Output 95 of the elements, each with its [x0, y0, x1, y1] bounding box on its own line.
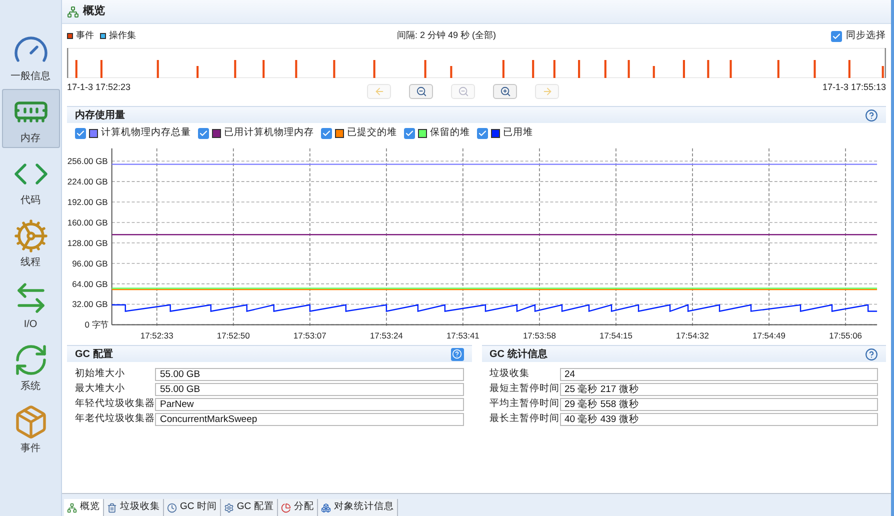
legend-label: 已提交的堆 — [347, 126, 397, 140]
value-field: 55.00 GB — [155, 383, 464, 396]
value-field: ParNew — [155, 398, 464, 411]
value-field: 25 毫秒 217 微秒 — [560, 383, 878, 396]
sidebar-label: 线程 — [20, 256, 40, 268]
zoom-out-button[interactable] — [409, 84, 433, 99]
network-icon — [67, 6, 79, 18]
y-axis-label: 64.00 GB — [72, 278, 108, 289]
left-arrow-icon — [374, 86, 384, 97]
settings-icon — [224, 502, 234, 512]
x-axis-label: 17:53:07 — [293, 330, 326, 341]
bottom-tab[interactable]: 垃圾收集 — [104, 499, 164, 516]
field-label: 初始堆大小 — [75, 367, 126, 382]
value-field: 40 毫秒 439 微秒 — [560, 413, 878, 426]
legend-label: 操作集 — [109, 29, 136, 42]
field-label: 最大堆大小 — [75, 382, 126, 396]
y-axis-label: 32.00 GB — [72, 299, 108, 310]
x-axis-label: 17:53:58 — [523, 330, 556, 341]
sidebar-item[interactable]: 事件 — [2, 399, 60, 458]
y-axis-label: 96.00 GB — [72, 258, 108, 268]
x-axis-label: 17:52:50 — [216, 330, 250, 341]
checkbox[interactable] — [404, 128, 415, 138]
sidebar-label: 内存 — [20, 132, 40, 144]
help-icon[interactable] — [865, 108, 878, 122]
help-icon — [452, 349, 462, 359]
section-title: 内存使用量 — [75, 108, 125, 122]
value-field: 55.00 GB — [155, 368, 464, 381]
start-time: 17-1-3 17:52:23 — [67, 81, 132, 94]
y-axis-label: 128.00 GB — [67, 238, 108, 248]
help-button[interactable] — [450, 348, 464, 360]
bottom-tab[interactable]: GC 配置 — [220, 499, 278, 516]
checkbox[interactable] — [75, 128, 86, 138]
x-axis-label: 17:53:41 — [446, 330, 480, 341]
trash-icon — [107, 502, 117, 512]
field-label: 年轻代垃圾收集器 — [75, 397, 155, 412]
gear-icon — [12, 218, 48, 254]
end-time: 17-1-3 17:55:13 — [822, 81, 886, 94]
sidebar-item[interactable]: 系统 — [2, 337, 60, 396]
legend-label: 已用计算机物理内存 — [224, 126, 314, 140]
sidebar-label: I/O — [24, 318, 38, 330]
boxes-icon — [320, 502, 331, 512]
checkbox[interactable] — [198, 128, 209, 138]
y-axis-label: 160.00 GB — [67, 217, 108, 228]
help-icon[interactable] — [865, 348, 878, 360]
y-axis-label: 256.00 GB — [67, 156, 108, 166]
legend-label: 计算机物理内存总量 — [101, 126, 191, 140]
value-field: ConcurrentMarkSweep — [155, 413, 464, 426]
page-title: 概览 — [83, 4, 105, 20]
pie-chart-icon — [280, 502, 291, 512]
x-axis-label: 17:52:33 — [140, 330, 174, 341]
checkbox[interactable] — [477, 128, 488, 138]
field-label: 年老代垃圾收集器 — [75, 412, 155, 426]
sidebar-item[interactable]: 内存 — [2, 89, 60, 148]
zoom-out-icon — [458, 86, 468, 97]
y-axis-label: 0 字节 — [84, 320, 108, 330]
sidebar-item[interactable]: I/O — [2, 275, 60, 334]
bottom-tab[interactable]: 对象统计信息 — [318, 499, 398, 516]
zoom-out-icon — [416, 86, 426, 97]
network-icon — [67, 502, 77, 512]
right-arrow-icon — [542, 86, 552, 97]
x-axis-label: 17:55:06 — [829, 330, 862, 341]
zoom-in-button[interactable] — [493, 84, 517, 99]
clock-icon — [167, 502, 177, 512]
zoom-in-icon — [500, 86, 510, 97]
sidebar-item[interactable]: 线程 — [2, 213, 60, 272]
field-label: 垃圾收集 — [490, 367, 530, 382]
checkbox[interactable] — [321, 128, 332, 138]
value-field: 29 毫秒 558 微秒 — [560, 398, 878, 411]
interval-label: 间隔: 2 分钟 49 秒 (全部) — [397, 29, 498, 42]
legend-label: 事件 — [76, 29, 94, 42]
bottom-tab[interactable]: 分配 — [278, 499, 318, 516]
sidebar-label: 事件 — [20, 442, 40, 454]
x-axis-label: 17:54:32 — [676, 330, 709, 341]
section-title: GC 配置 — [75, 348, 113, 362]
sidebar-item[interactable]: 代码 — [2, 151, 60, 210]
legend-label: 保留的堆 — [430, 126, 470, 140]
field-label: 最长主暂停时间 — [490, 412, 560, 426]
x-axis-label: 17:54:49 — [752, 330, 786, 341]
checkbox[interactable] — [831, 30, 842, 42]
sidebar-label: 系统 — [20, 380, 40, 392]
bottom-tab[interactable]: GC 时间 — [164, 499, 221, 516]
legend-label: 已用堆 — [503, 126, 533, 140]
x-axis-label: 17:54:15 — [600, 330, 632, 341]
field-label: 最短主暂停时间 — [490, 382, 560, 396]
field-label: 平均主暂停时间 — [490, 397, 560, 412]
sidebar-item[interactable]: 一般信息 — [2, 27, 60, 86]
x-axis-label: 17:53:24 — [370, 330, 403, 341]
y-axis-label: 192.00 GB — [67, 197, 108, 207]
section-title: GC 统计信息 — [490, 348, 548, 362]
y-axis-label: 224.00 GB — [67, 176, 108, 187]
bottom-tab[interactable]: 概览 — [64, 499, 104, 516]
value-field: 24 — [560, 368, 878, 381]
checkbox-label: 同步选择 — [846, 28, 886, 43]
sidebar-label: 代码 — [20, 194, 40, 206]
sidebar-label: 一般信息 — [10, 70, 50, 82]
